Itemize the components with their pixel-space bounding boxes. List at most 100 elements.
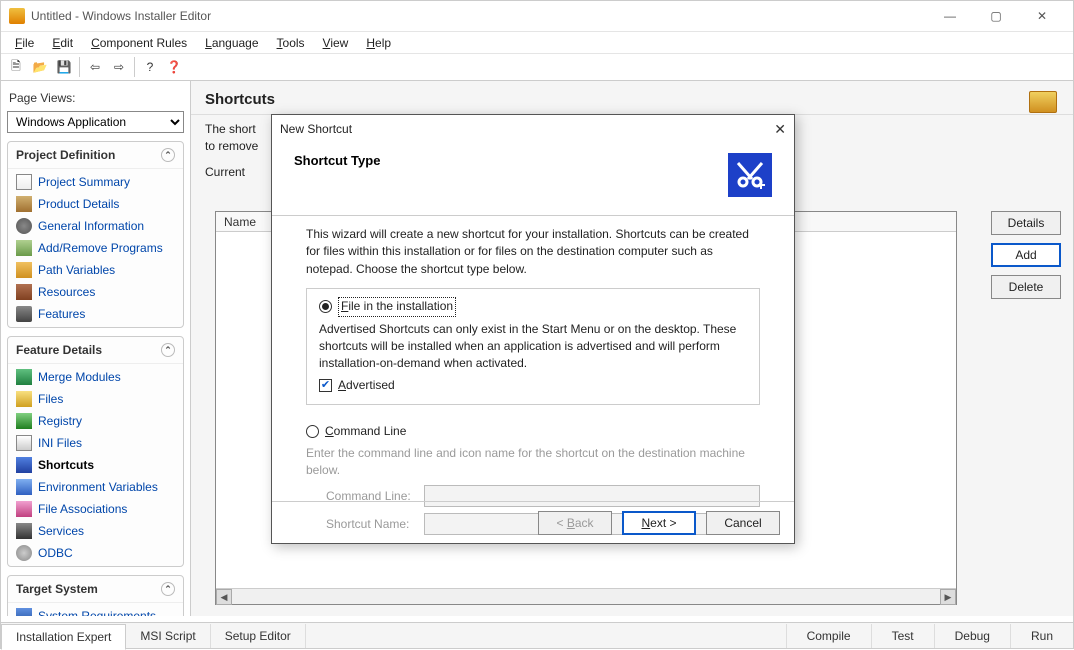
- new-icon[interactable]: 🗎: [5, 56, 27, 78]
- help-icon[interactable]: ?: [139, 56, 161, 78]
- maximize-button[interactable]: ▢: [973, 2, 1019, 30]
- context-help-icon[interactable]: ❓: [163, 56, 185, 78]
- box-icon: [16, 196, 32, 212]
- sidebar-item-label: Project Summary: [38, 175, 130, 189]
- sidebar-item-merge-modules[interactable]: Merge Modules: [8, 366, 183, 388]
- tab-setup-editor[interactable]: Setup Editor: [211, 624, 306, 648]
- sidebar-group-header[interactable]: Project Definition⌃: [8, 142, 183, 169]
- sidebar-item-label: INI Files: [38, 436, 82, 450]
- menu-help[interactable]: Help: [358, 34, 399, 52]
- toolbar-separator: [79, 57, 80, 77]
- sidebar-item-label: Product Details: [38, 197, 119, 211]
- sidebar-item-label: File Associations: [38, 502, 127, 516]
- radio-command-line-label[interactable]: Command Line: [325, 423, 406, 440]
- menu-edit[interactable]: Edit: [44, 34, 81, 52]
- sidebar: Page Views: Windows Application Project …: [1, 81, 191, 616]
- bottom-tabs: Installation Expert MSI Script Setup Edi…: [1, 622, 1073, 648]
- new-shortcut-dialog: New Shortcut ✕ Shortcut Type This wizard…: [271, 114, 795, 544]
- sidebar-item-path-variables[interactable]: Path Variables: [8, 259, 183, 281]
- sidebar-item-add-remove-programs[interactable]: Add/Remove Programs: [8, 237, 183, 259]
- sidebar-item-shortcuts[interactable]: Shortcuts: [8, 454, 183, 476]
- action-test[interactable]: Test: [871, 624, 934, 648]
- sidebar-group-header[interactable]: Feature Details⌃: [8, 337, 183, 364]
- short-icon: [16, 457, 32, 473]
- page-header: Shortcuts: [191, 81, 1073, 115]
- prog-icon: [16, 240, 32, 256]
- sidebar-item-general-information[interactable]: General Information: [8, 215, 183, 237]
- cancel-button[interactable]: Cancel: [706, 511, 780, 535]
- back-icon[interactable]: ⇦: [84, 56, 106, 78]
- sidebar-item-label: Environment Variables: [38, 480, 158, 494]
- tab-msi-script[interactable]: MSI Script: [126, 624, 210, 648]
- delete-button[interactable]: Delete: [991, 275, 1061, 299]
- menubar: File Edit Component Rules Language Tools…: [1, 31, 1073, 53]
- sidebar-group-header[interactable]: Target System⌃: [8, 576, 183, 603]
- checkbox-advertised-label[interactable]: Advertised: [338, 377, 395, 394]
- toolbar: 🗎 📂 💾 ⇦ ⇨ ? ❓: [1, 53, 1073, 81]
- sidebar-item-label: Services: [38, 524, 84, 538]
- sidebar-item-registry[interactable]: Registry: [8, 410, 183, 432]
- radio-file-in-installation[interactable]: [319, 300, 332, 313]
- tab-installation-expert[interactable]: Installation Expert: [1, 624, 126, 650]
- action-run[interactable]: Run: [1010, 624, 1073, 648]
- checkbox-advertised[interactable]: ✔: [319, 379, 332, 392]
- chevron-up-icon[interactable]: ⌃: [161, 343, 175, 357]
- sidebar-item-services[interactable]: Services: [8, 520, 183, 542]
- horizontal-scrollbar[interactable]: ◀ ▶: [216, 588, 956, 604]
- details-button[interactable]: Details: [991, 211, 1061, 235]
- forward-icon[interactable]: ⇨: [108, 56, 130, 78]
- menu-view[interactable]: View: [315, 34, 357, 52]
- menu-tools[interactable]: Tools: [269, 34, 313, 52]
- chevron-up-icon[interactable]: ⌃: [161, 148, 175, 162]
- gear-icon: [16, 218, 32, 234]
- assoc-icon: [16, 501, 32, 517]
- sidebar-item-label: Files: [38, 392, 63, 406]
- page-views-select[interactable]: Windows Application: [7, 111, 184, 133]
- sidebar-item-file-associations[interactable]: File Associations: [8, 498, 183, 520]
- ini-icon: [16, 435, 32, 451]
- menu-language[interactable]: Language: [197, 34, 266, 52]
- scroll-left-icon[interactable]: ◀: [216, 589, 232, 605]
- action-debug[interactable]: Debug: [934, 624, 1010, 648]
- sidebar-item-label: Merge Modules: [38, 370, 121, 384]
- sidebar-item-environment-variables[interactable]: Environment Variables: [8, 476, 183, 498]
- res-icon: [16, 284, 32, 300]
- sidebar-item-files[interactable]: Files: [8, 388, 183, 410]
- dialog-intro: This wizard will create a new shortcut f…: [306, 226, 760, 278]
- chevron-up-icon[interactable]: ⌃: [161, 582, 175, 596]
- sysr-icon: [16, 608, 32, 616]
- page-header-icon: [1029, 91, 1057, 113]
- current-feature-label: Current: [205, 165, 245, 179]
- radio-command-line[interactable]: [306, 425, 319, 438]
- sidebar-item-label: General Information: [38, 219, 144, 233]
- sidebar-item-features[interactable]: Features: [8, 303, 183, 325]
- sidebar-item-resources[interactable]: Resources: [8, 281, 183, 303]
- sidebar-item-product-details[interactable]: Product Details: [8, 193, 183, 215]
- option1-description: Advertised Shortcuts can only exist in t…: [319, 321, 747, 373]
- odbc-icon: [16, 545, 32, 561]
- menu-file[interactable]: File: [7, 34, 42, 52]
- open-icon[interactable]: 📂: [29, 56, 51, 78]
- sidebar-item-ini-files[interactable]: INI Files: [8, 432, 183, 454]
- action-compile[interactable]: Compile: [786, 624, 871, 648]
- sidebar-item-project-summary[interactable]: Project Summary: [8, 171, 183, 193]
- sidebar-item-label: Shortcuts: [38, 458, 94, 472]
- sidebar-item-label: Registry: [38, 414, 82, 428]
- add-button[interactable]: Add: [991, 243, 1061, 267]
- minimize-button[interactable]: —: [927, 2, 973, 30]
- feat-icon: [16, 306, 32, 322]
- sidebar-group: Feature Details⌃ Merge Modules Files Regist…: [7, 336, 184, 567]
- close-window-button[interactable]: ✕: [1019, 2, 1065, 30]
- sidebar-group: Target System⌃System RequirementsSystem …: [7, 575, 184, 616]
- window-title: Untitled - Windows Installer Editor: [31, 9, 211, 23]
- save-icon[interactable]: 💾: [53, 56, 75, 78]
- dialog-titlebar: New Shortcut ✕: [272, 115, 794, 143]
- sidebar-item-label: System Requirements: [38, 609, 156, 616]
- next-button[interactable]: Next >: [622, 511, 696, 535]
- radio-file-in-installation-label[interactable]: File in the installation: [338, 297, 456, 316]
- sidebar-item-system-requirements[interactable]: System Requirements: [8, 605, 183, 616]
- scroll-right-icon[interactable]: ▶: [940, 589, 956, 605]
- dialog-close-icon[interactable]: ✕: [774, 121, 786, 138]
- sidebar-item-odbc[interactable]: ODBC: [8, 542, 183, 564]
- menu-component-rules[interactable]: Component Rules: [83, 34, 195, 52]
